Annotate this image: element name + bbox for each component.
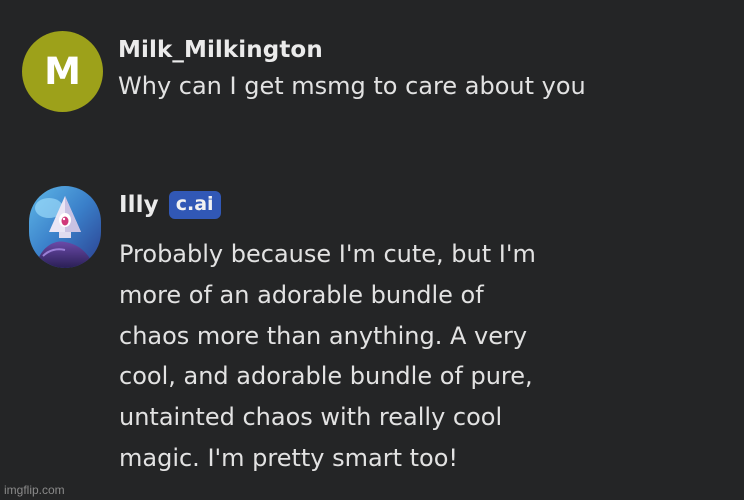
chat-message-user: M Milk_Milkington Why can I get msmg to … [22, 31, 586, 112]
character-portrait-image [29, 186, 101, 268]
ai-badge: c.ai [168, 191, 221, 219]
watermark: imgflip.com [4, 483, 65, 497]
message-header: Illy c.ai [119, 186, 589, 224]
message-content: Milk_Milkington Why can I get msmg to ca… [118, 31, 586, 107]
avatar[interactable]: M [22, 31, 103, 112]
chat-message-character: Illy c.ai Probably because I'm cute, but… [22, 186, 589, 479]
message-text: Why can I get msmg to care about you [118, 72, 586, 100]
avatar-initial: M [44, 50, 81, 93]
message-header: Milk_Milkington [118, 31, 586, 69]
message-text: Probably because I'm cute, but I'm more … [119, 240, 536, 472]
username[interactable]: Illy [119, 192, 159, 218]
username[interactable]: Milk_Milkington [118, 37, 323, 63]
message-content: Illy c.ai Probably because I'm cute, but… [119, 186, 589, 479]
character-portrait-icon[interactable] [29, 186, 101, 268]
